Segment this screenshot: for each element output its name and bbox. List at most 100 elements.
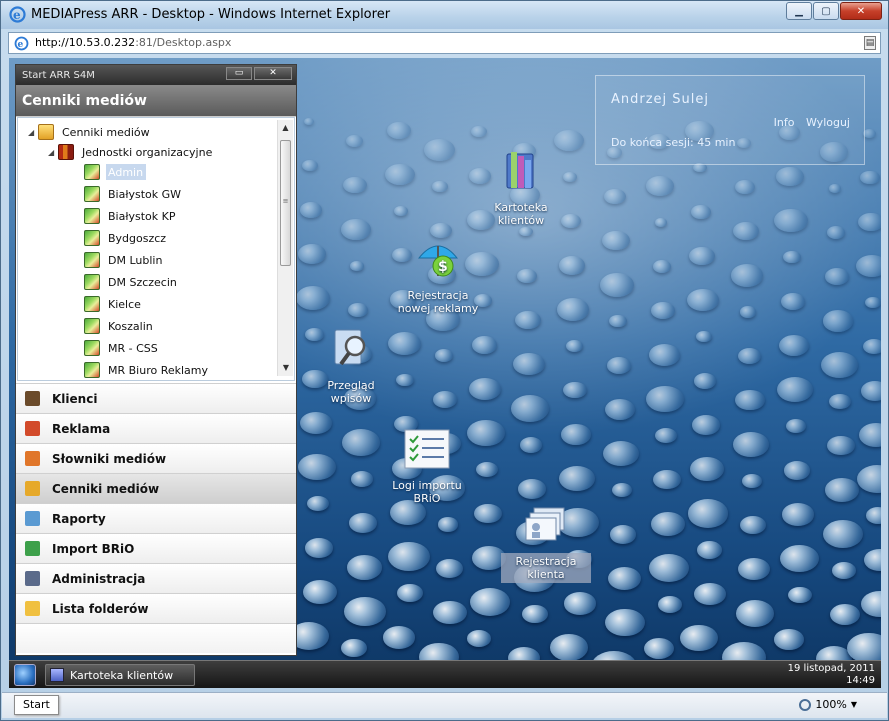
user-name: Andrzej Sulej (611, 92, 710, 107)
window-controls: ▁ ▢ ✕ (786, 2, 882, 20)
menu-item[interactable]: Import BRiO (16, 533, 296, 563)
compatibility-icon[interactable]: ▤ (864, 36, 876, 50)
tree-item-label: DM Szczecin (108, 275, 177, 289)
info-link[interactable]: Info (774, 116, 795, 129)
menu-item[interactable]: Raporty (16, 503, 296, 533)
session-timer: Do końca sesji: 45 min (611, 136, 735, 149)
tree-item[interactable]: Admin (84, 162, 143, 182)
scroll-down-icon[interactable]: ▼ (278, 360, 294, 376)
tree-item-label: Białystok GW (108, 187, 182, 201)
desktop-icon-logi-importu[interactable]: Logi importu BRiO (387, 428, 467, 505)
page-icon: e (14, 36, 29, 51)
client-file-icon (506, 152, 534, 189)
taskbar-button-label: Kartoteka klientów (70, 668, 174, 682)
taskbar-button-kartoteka[interactable]: Kartoteka klientów (45, 664, 195, 686)
checklist-icon (404, 429, 450, 469)
zoom-value: 100% (815, 698, 847, 711)
tree-item[interactable]: Białystok GW (84, 184, 181, 204)
chart-icon (84, 296, 100, 312)
collapse-arrow-icon[interactable]: ◢ (48, 148, 58, 157)
menu-item[interactable]: Klienci (16, 383, 296, 413)
logout-link[interactable]: Wyloguj (806, 116, 850, 129)
desktop-icon-rejestracja-reklamy[interactable]: $ Rejestracja nowej reklamy (393, 236, 483, 315)
menu-item-label: Reklama (52, 421, 111, 436)
desktop-icon-label-2: BRiO (413, 492, 441, 505)
panel-title-bar: Start ARR S4M ▭ ✕ (16, 65, 296, 85)
chart-icon (84, 186, 100, 202)
advert-icon (25, 421, 40, 436)
status-bar: Start 100% ▼ (2, 692, 887, 718)
folder-icon (25, 601, 40, 616)
client-registration-icon (525, 507, 565, 541)
user-box: Andrzej Sulej Info Wyloguj Do końca sesj… (595, 75, 865, 165)
desktop-icon-label-2: klienta (527, 568, 565, 581)
chart-icon (84, 164, 100, 180)
tree-view[interactable]: ◢ Cenniki mediów ◢ Jednostki organizacyj… (17, 117, 295, 381)
desktop-icon-kartoteka[interactable]: Kartoteka klientów (485, 150, 557, 227)
chevron-down-icon: ▼ (850, 700, 857, 709)
svg-text:e: e (18, 40, 24, 50)
address-bar[interactable]: e http://10.53.0.232:81/Desktop.aspx ▤ (8, 32, 881, 54)
panel-menu: Klienci Reklama Słowniki mediów Cenniki med… (16, 383, 296, 653)
dictionary-icon (25, 451, 40, 466)
menu-item[interactable]: Reklama (16, 413, 296, 443)
menu-item[interactable]: Lista folderów (16, 593, 296, 623)
desktop-area: Andrzej Sulej Info Wyloguj Do końca sesj… (9, 58, 881, 688)
chart-icon (84, 230, 100, 246)
ad-registration-icon: $ (417, 245, 459, 277)
clock-date: 19 listopad, 2011 (787, 663, 875, 674)
scroll-thumb[interactable]: ≡ (280, 140, 291, 266)
chart-icon (84, 318, 100, 334)
collapse-arrow-icon[interactable]: ◢ (28, 128, 38, 137)
menu-item[interactable]: Administracja (16, 563, 296, 593)
tree-item[interactable]: MR - CSS (84, 338, 158, 358)
tree-group[interactable]: ◢ Jednostki organizacyjne (48, 142, 212, 162)
svg-text:$: $ (438, 259, 448, 275)
session-value: 45 (697, 136, 712, 149)
menu-item-label: Administracja (52, 571, 146, 586)
maximize-button[interactable]: ▢ (813, 2, 839, 20)
start-orb-icon[interactable] (14, 664, 36, 686)
tree-item-label: MR - CSS (108, 341, 158, 355)
tree-item[interactable]: MR Biuro Reklamy (84, 360, 208, 380)
tree-item-label: Koszalin (108, 319, 153, 333)
menu-item[interactable]: Cenniki mediów (16, 473, 296, 503)
tree-root[interactable]: ◢ Cenniki mediów (28, 122, 150, 142)
zoom-control[interactable]: 100% ▼ (799, 698, 857, 711)
desktop-icon-rejestracja-klienta[interactable]: Rejestracja klienta (501, 506, 591, 583)
magnifier-icon (334, 329, 366, 366)
zoom-icon (799, 698, 812, 711)
clock-time: 14:49 (846, 675, 875, 686)
tree-item[interactable]: Koszalin (84, 316, 153, 336)
menu-empty-space (16, 623, 296, 653)
tree-item[interactable]: Białystok KP (84, 206, 175, 226)
tree-item-label: Kielce (108, 297, 141, 311)
menu-item[interactable]: Słowniki mediów (16, 443, 296, 473)
menu-item-label: Import BRiO (52, 541, 135, 556)
panel-close-button[interactable]: ✕ (254, 67, 292, 80)
address-url[interactable]: http://10.53.0.232:81/Desktop.aspx (35, 36, 231, 49)
chart-icon (84, 208, 100, 224)
user-links: Info Wyloguj (766, 116, 850, 129)
tree-item-label: Admin (108, 165, 144, 179)
scroll-up-icon[interactable]: ▲ (278, 120, 293, 136)
minimize-button[interactable]: ▁ (786, 2, 812, 20)
panel-window-controls: ▭ ✕ (226, 67, 292, 80)
tree-item[interactable]: Bydgoszcz (84, 228, 166, 248)
session-label: Do końca sesji: (611, 136, 694, 149)
tree-item[interactable]: DM Lublin (84, 250, 162, 270)
tree-item[interactable]: DM Szczecin (84, 272, 177, 292)
panel-minimize-button[interactable]: ▭ (226, 67, 252, 80)
tree-group-label: Jednostki organizacyjne (82, 145, 213, 159)
menu-item-label: Klienci (52, 391, 98, 406)
desktop-icon-label-1: Kartoteka (494, 201, 548, 214)
tree-item[interactable]: Kielce (84, 294, 141, 314)
desktop-icon-label-1: Przegląd (327, 379, 375, 392)
window-title: MEDIAPress ARR - Desktop - Windows Inter… (31, 7, 391, 22)
desktop-icon-label-1: Logi importu (392, 479, 462, 492)
desktop-icon-przeglad-wpisow[interactable]: Przegląd wpisów (315, 326, 387, 405)
start-tooltip: Start (14, 695, 59, 715)
close-button[interactable]: ✕ (840, 2, 882, 20)
start-panel-window: Start ARR S4M ▭ ✕ Cenniki mediów ◢ Cenni… (15, 64, 297, 656)
tree-scrollbar[interactable]: ▲ ≡ ▼ (277, 120, 293, 376)
